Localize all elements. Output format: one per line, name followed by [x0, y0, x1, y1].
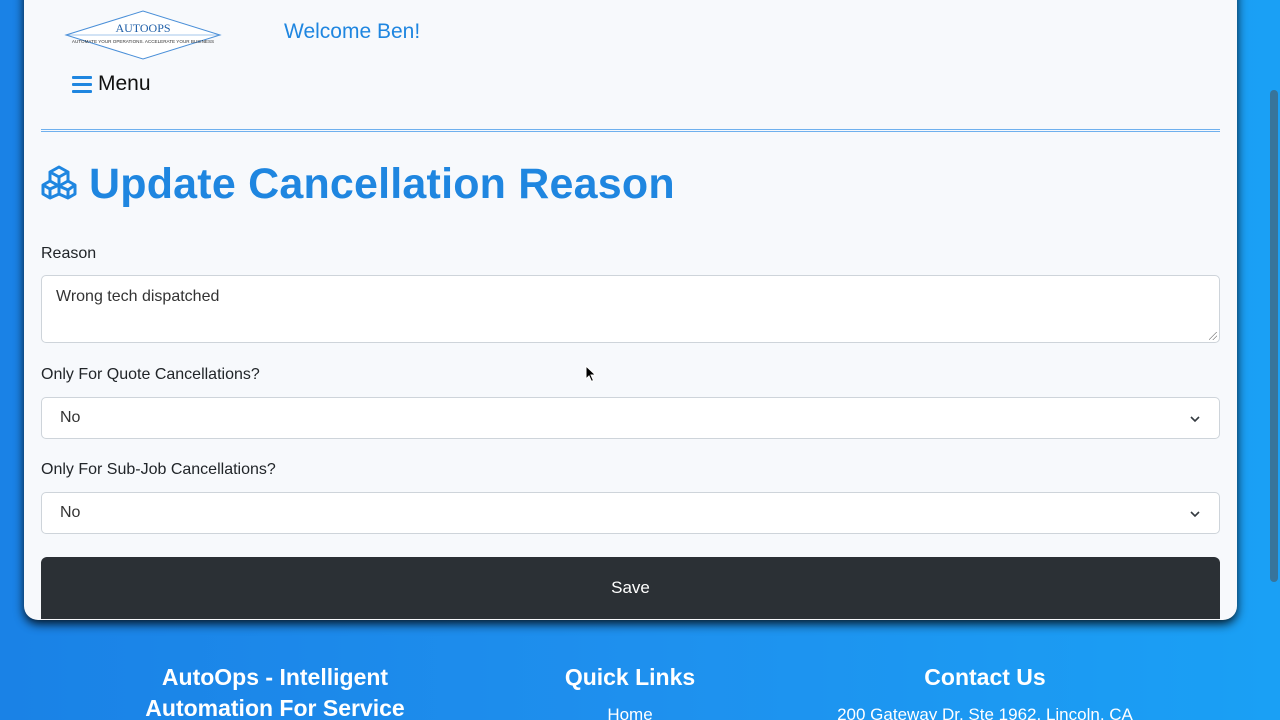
- footer-links-title: Quick Links: [564, 664, 696, 690]
- mouse-cursor-icon: [585, 364, 597, 383]
- page-scrollbar[interactable]: [1268, 0, 1280, 720]
- footer-about-title: AutoOps - Intelligent Automation For Ser…: [145, 664, 405, 720]
- footer-contact-address: 200 Gateway Dr, Ste 1962, Lincoln, CA: [837, 705, 1133, 720]
- subjob-cancellations-select[interactable]: No: [41, 492, 1220, 534]
- menu-button[interactable]: Menu: [72, 72, 151, 96]
- footer-quick-links: Quick Links Home: [530, 662, 730, 720]
- svg-text:AUTOOPS: AUTOOPS: [115, 21, 170, 35]
- chevron-down-icon: [1189, 507, 1201, 519]
- header-divider: [41, 129, 1220, 132]
- page-header: AUTOOPS AUTOMATE YOUR OPERATIONS. ACCELE…: [60, 8, 420, 108]
- reason-label: Reason: [41, 245, 97, 262]
- page-title: Update Cancellation Reason: [89, 160, 675, 208]
- quote-cancellations-label: Only For Quote Cancellations?: [41, 366, 260, 383]
- subjob-cancellations-label: Only For Sub-Job Cancellations?: [41, 461, 276, 478]
- cubes-icon: [41, 164, 77, 205]
- resize-handle-icon[interactable]: [1209, 332, 1217, 340]
- footer-contact-title: Contact Us: [924, 664, 1046, 690]
- save-button[interactable]: Save: [41, 557, 1220, 619]
- autoops-logo[interactable]: AUTOOPS AUTOMATE YOUR OPERATIONS. ACCELE…: [60, 8, 226, 62]
- footer-link-home[interactable]: Home: [530, 699, 730, 720]
- welcome-message: Welcome Ben!: [284, 20, 421, 43]
- reason-value: Wrong tech dispatched: [56, 288, 220, 305]
- page-title-row: Update Cancellation Reason: [41, 160, 675, 209]
- menu-label: Menu: [98, 72, 151, 95]
- subjob-cancellations-value: No: [60, 504, 81, 521]
- quote-cancellations-select[interactable]: No: [41, 397, 1220, 439]
- scrollbar-thumb[interactable]: [1270, 90, 1278, 582]
- quote-cancellations-value: No: [60, 409, 81, 426]
- main-card: AUTOOPS AUTOMATE YOUR OPERATIONS. ACCELE…: [24, 0, 1237, 620]
- reason-textarea[interactable]: Wrong tech dispatched: [41, 275, 1220, 343]
- footer-contact: Contact Us 200 Gateway Dr, Ste 1962, Lin…: [820, 662, 1150, 720]
- hamburger-icon: [72, 75, 92, 93]
- chevron-down-icon: [1189, 412, 1201, 424]
- svg-text:AUTOMATE YOUR OPERATIONS. ACCE: AUTOMATE YOUR OPERATIONS. ACCELERATE YOU…: [72, 39, 214, 44]
- footer-about: AutoOps - Intelligent Automation For Ser…: [110, 662, 440, 720]
